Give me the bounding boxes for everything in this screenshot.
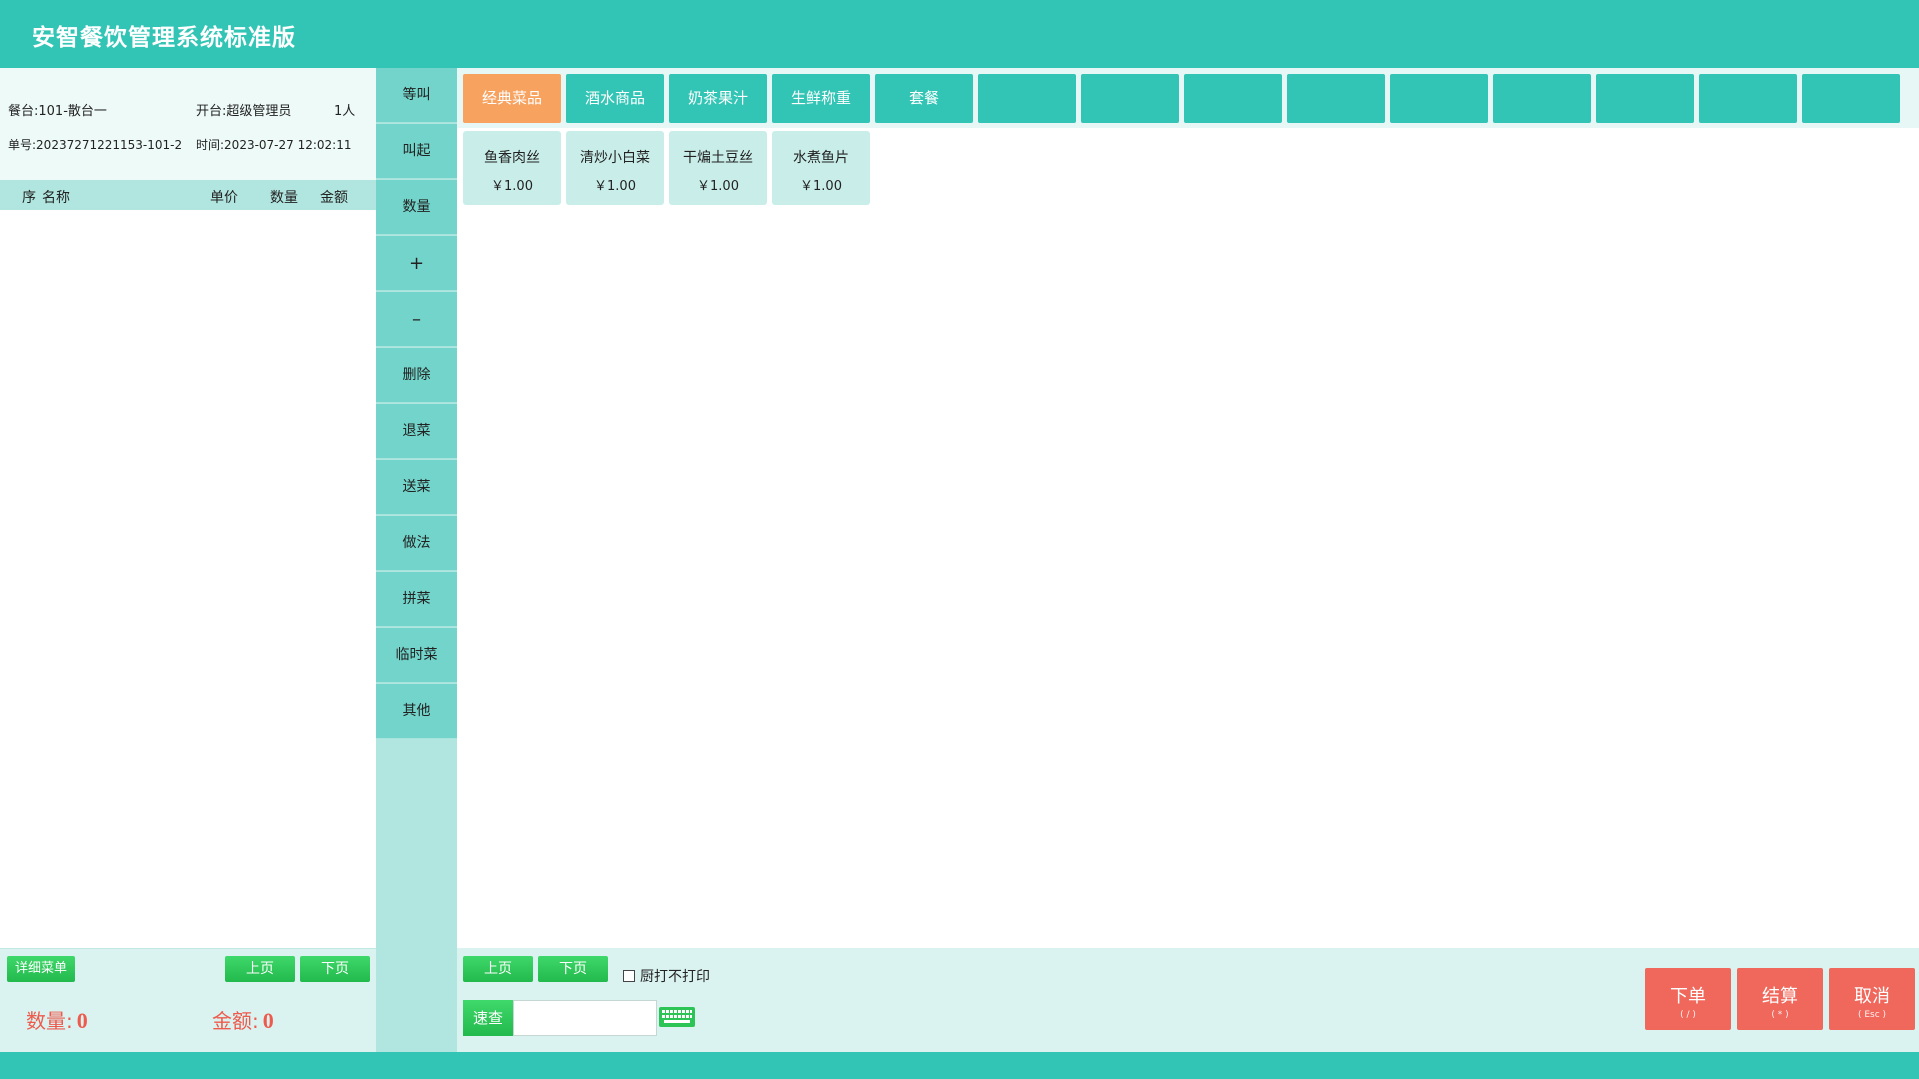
checkout-shortcut: ( * ) bbox=[1771, 1010, 1789, 1020]
order-item-list[interactable] bbox=[0, 210, 376, 950]
menu-next-page-button[interactable]: 下页 bbox=[538, 956, 608, 982]
category-tab-empty[interactable] bbox=[1596, 74, 1694, 123]
dish-card[interactable]: 干煸土豆丝 ￥1.00 bbox=[669, 131, 767, 205]
func-wait-call-button[interactable]: 等叫 bbox=[376, 68, 457, 123]
category-tab-fresh-weighed[interactable]: 生鲜称重 bbox=[772, 74, 870, 123]
dish-price: ￥1.00 bbox=[491, 179, 533, 194]
cancel-shortcut: ( Esc ) bbox=[1857, 1010, 1887, 1020]
func-minus-button[interactable]: – bbox=[376, 292, 457, 347]
place-order-label: 下单 bbox=[1670, 986, 1706, 1007]
order-prev-page-button[interactable]: 上页 bbox=[225, 956, 295, 982]
checkout-label: 结算 bbox=[1762, 986, 1798, 1007]
dish-name: 清炒小白菜 bbox=[580, 150, 650, 166]
detail-menu-button[interactable]: 详细菜单 bbox=[7, 956, 75, 982]
total-quantity-label: 数量: bbox=[26, 1009, 73, 1033]
func-combine-dish-button[interactable]: 拼菜 bbox=[376, 572, 457, 627]
total-amount-value: 0 bbox=[262, 1008, 274, 1033]
dish-card[interactable]: 鱼香肉丝 ￥1.00 bbox=[463, 131, 561, 205]
dish-price: ￥1.00 bbox=[800, 179, 842, 194]
category-tab-drinks[interactable]: 酒水商品 bbox=[566, 74, 664, 123]
guest-count: 1人 bbox=[334, 104, 356, 119]
func-plus-button[interactable]: + bbox=[376, 236, 457, 291]
col-name: 名称 bbox=[42, 190, 70, 206]
category-tab-empty[interactable] bbox=[1287, 74, 1385, 123]
total-amount-label: 金额: bbox=[212, 1009, 259, 1033]
category-tab-empty[interactable] bbox=[1699, 74, 1797, 123]
opener-label: 开台:超级管理员 bbox=[196, 104, 292, 119]
category-tab-empty[interactable] bbox=[1802, 74, 1900, 123]
menu-bottom-bar: 上页 下页 厨打不打印 速查 下单 ( / ) 结算 ( * ) 取消 ( Es… bbox=[457, 948, 1919, 1052]
table-label: 餐台:101-散台一 bbox=[8, 104, 107, 119]
order-panel: 餐台:101-散台一 开台:超级管理员 1人 单号:20237271221153… bbox=[0, 68, 376, 1053]
quick-search-input[interactable] bbox=[513, 1000, 657, 1036]
category-tab-milk-tea[interactable]: 奶茶果汁 bbox=[669, 74, 767, 123]
order-number: 单号:20237271221153-101-2 bbox=[8, 138, 183, 152]
func-temp-dish-button[interactable]: 临时菜 bbox=[376, 628, 457, 683]
kitchen-no-print-label: 厨打不打印 bbox=[640, 969, 710, 985]
app-title: 安智餐饮管理系统标准版 bbox=[32, 25, 296, 51]
col-amount: 金额 bbox=[320, 190, 348, 206]
checkbox-box[interactable] bbox=[623, 970, 635, 982]
func-return-dish-button[interactable]: 退菜 bbox=[376, 404, 457, 459]
category-tab-empty[interactable] bbox=[1493, 74, 1591, 123]
place-order-button[interactable]: 下单 ( / ) bbox=[1645, 968, 1731, 1030]
dish-price: ￥1.00 bbox=[697, 179, 739, 194]
cancel-label: 取消 bbox=[1854, 986, 1890, 1007]
func-delete-button[interactable]: 删除 bbox=[376, 348, 457, 403]
menu-prev-page-button[interactable]: 上页 bbox=[463, 956, 533, 982]
col-seq: 序 bbox=[22, 190, 36, 206]
dish-card[interactable]: 清炒小白菜 ￥1.00 bbox=[566, 131, 664, 205]
func-cooking-method-button[interactable]: 做法 bbox=[376, 516, 457, 571]
keyboard-icon[interactable] bbox=[658, 1004, 696, 1030]
checkout-button[interactable]: 结算 ( * ) bbox=[1737, 968, 1823, 1030]
category-tab-empty[interactable] bbox=[1390, 74, 1488, 123]
col-qty: 数量 bbox=[270, 190, 298, 206]
category-tab-empty[interactable] bbox=[978, 74, 1076, 123]
category-tab-set-meal[interactable]: 套餐 bbox=[875, 74, 973, 123]
order-table-header: 序 名称 单价 数量 金额 bbox=[0, 180, 376, 210]
dish-price: ￥1.00 bbox=[594, 179, 636, 194]
func-quantity-button[interactable]: 数量 bbox=[376, 180, 457, 235]
order-panel-footer: 详细菜单 上页 下页 数量: 0 金额: 0 bbox=[0, 948, 376, 1053]
status-footer-bar bbox=[0, 1052, 1919, 1079]
title-bar: 安智餐饮管理系统标准版 bbox=[0, 0, 1919, 68]
total-amount: 金额: 0 bbox=[212, 1005, 274, 1034]
dish-name: 干煸土豆丝 bbox=[683, 150, 753, 166]
kitchen-no-print-checkbox[interactable]: 厨打不打印 bbox=[623, 966, 710, 986]
func-other-button[interactable]: 其他 bbox=[376, 684, 457, 739]
col-price: 单价 bbox=[210, 190, 238, 206]
order-next-page-button[interactable]: 下页 bbox=[300, 956, 370, 982]
func-call-up-button[interactable]: 叫起 bbox=[376, 124, 457, 179]
category-bar: 经典菜品 酒水商品 奶茶果汁 生鲜称重 套餐 bbox=[457, 68, 1919, 128]
category-tab-empty[interactable] bbox=[1081, 74, 1179, 123]
dish-card[interactable]: 水煮鱼片 ￥1.00 bbox=[772, 131, 870, 205]
order-time: 时间:2023-07-27 12:02:11 bbox=[196, 138, 352, 152]
function-column: 等叫 叫起 数量 + – 删除 退菜 送菜 做法 拼菜 临时菜 其他 bbox=[376, 68, 457, 1052]
quick-search-label: 速查 bbox=[463, 1000, 513, 1036]
func-gift-dish-button[interactable]: 送菜 bbox=[376, 460, 457, 515]
total-quantity-value: 0 bbox=[76, 1008, 88, 1033]
cancel-button[interactable]: 取消 ( Esc ) bbox=[1829, 968, 1915, 1030]
order-info: 餐台:101-散台一 开台:超级管理员 1人 单号:20237271221153… bbox=[0, 68, 376, 180]
dish-name: 水煮鱼片 bbox=[793, 150, 849, 166]
dish-name: 鱼香肉丝 bbox=[484, 150, 540, 166]
place-order-shortcut: ( / ) bbox=[1680, 1010, 1696, 1020]
total-quantity: 数量: 0 bbox=[26, 1005, 88, 1034]
category-tab-classic[interactable]: 经典菜品 bbox=[463, 74, 561, 123]
category-tab-empty[interactable] bbox=[1184, 74, 1282, 123]
menu-area: 经典菜品 酒水商品 奶茶果汁 生鲜称重 套餐 鱼香肉丝 ￥1.00 清炒小白菜 … bbox=[457, 68, 1919, 1052]
